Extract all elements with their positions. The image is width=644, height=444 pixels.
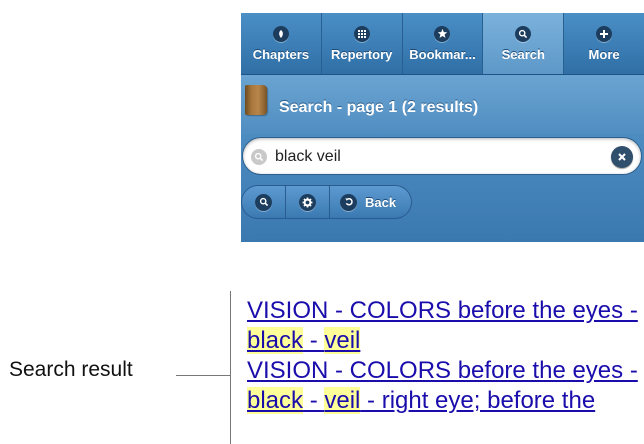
chapters-icon: [272, 25, 289, 42]
results-area: VISION - COLORS before the eyes - black …: [241, 242, 644, 444]
plus-icon: [596, 25, 613, 42]
search-icon: [515, 25, 532, 42]
tab-chapters[interactable]: Chapters: [241, 13, 322, 74]
clear-icon[interactable]: [611, 146, 633, 168]
search-result[interactable]: VISION - COLORS before the eyes - black …: [247, 356, 642, 416]
tab-label: Search: [501, 46, 545, 62]
result-text: - right eye; before the: [360, 387, 596, 414]
search-bar: black veil Back: [241, 134, 644, 242]
highlighted-term: black: [247, 327, 304, 354]
result-separator: -: [303, 327, 325, 354]
grid-icon: [353, 25, 370, 42]
tab-label: More: [588, 46, 620, 62]
search-input[interactable]: black veil: [242, 137, 642, 175]
highlighted-term: veil: [324, 387, 361, 414]
book-icon: [245, 85, 267, 115]
tab-bookmarks[interactable]: Bookmar...: [403, 13, 484, 74]
search-icon: [251, 149, 267, 165]
tab-label: Chapters: [252, 46, 310, 62]
back-label: Back: [365, 194, 397, 210]
back-arrow-icon: [340, 193, 357, 211]
result-text: VISION - COLORS before the eyes -: [247, 357, 638, 384]
star-icon: [434, 25, 451, 42]
settings-button[interactable]: [286, 185, 330, 219]
gear-icon: [299, 193, 316, 211]
app-screen: Chapters Repertory Bookmar... Search Mor…: [241, 13, 644, 444]
page-title: Search - page 1 (2 results): [279, 99, 479, 116]
page-header: Search - page 1 (2 results): [241, 75, 644, 140]
tab-repertory[interactable]: Repertory: [322, 13, 403, 74]
tab-bar: Chapters Repertory Bookmar... Search Mor…: [241, 13, 644, 75]
tab-label: Bookmar...: [409, 46, 476, 62]
search-query: black veil: [275, 148, 341, 165]
result-text: VISION - COLORS before the eyes -: [247, 297, 638, 324]
back-button[interactable]: Back: [330, 185, 412, 219]
search-result[interactable]: VISION - COLORS before the eyes - black …: [247, 296, 642, 356]
annotation-leader-line: [176, 375, 230, 376]
result-link[interactable]: VISION - COLORS before the eyes - black …: [247, 297, 638, 354]
result-link[interactable]: VISION - COLORS before the eyes - black …: [247, 357, 638, 414]
tab-search[interactable]: Search: [483, 13, 565, 74]
annotation-label: Search result: [9, 358, 133, 381]
highlighted-term: black: [247, 387, 304, 414]
search-button[interactable]: [241, 185, 286, 219]
search-toolbar: Back: [241, 185, 412, 221]
highlighted-term: veil: [324, 327, 361, 354]
result-separator: -: [303, 387, 325, 414]
tab-label: Repertory: [330, 46, 393, 62]
tab-more[interactable]: More: [564, 13, 644, 74]
search-icon: [255, 193, 272, 211]
annotation-bracket-line: [230, 291, 231, 444]
